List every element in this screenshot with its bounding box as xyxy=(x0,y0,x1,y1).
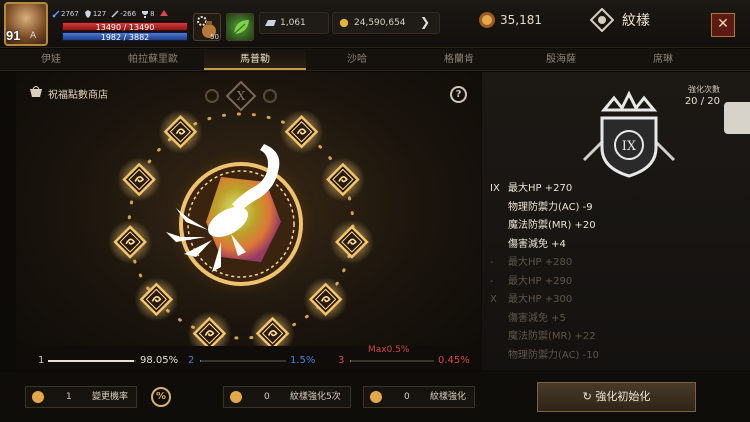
tier-1-bar xyxy=(48,360,136,362)
tab-shilen[interactable]: 席琳 xyxy=(612,49,714,70)
refresh-icon: ↻ xyxy=(582,390,596,403)
tier-3-max: Max0.5% xyxy=(368,345,410,355)
leaf-item-slot[interactable] xyxy=(226,13,254,41)
emblem-node[interactable] xyxy=(329,219,374,264)
emblem-wheel: X xyxy=(108,80,374,356)
top-bar: 91 A 2767 127 -266 8 13490 / 13490 1982 … xyxy=(0,0,750,48)
player-stat-row: 2767 127 -266 8 xyxy=(52,10,169,18)
potion-count: 50 xyxy=(210,33,219,41)
settings-potion-slot[interactable]: 50 xyxy=(193,13,221,41)
dart-icon xyxy=(111,10,119,18)
tier-1-value: 98.05% xyxy=(140,355,179,366)
stat-line-locked: - 最大HP +290 xyxy=(490,275,573,287)
stat-line-locked: X 最大HP +300 xyxy=(490,294,573,305)
tier-2-label: 2 xyxy=(188,355,195,366)
stat-line-locked: 魔法防禦(MR) +22 xyxy=(508,331,596,342)
emblem-node[interactable] xyxy=(320,157,365,202)
tab-gran-kain[interactable]: 格蘭肯 xyxy=(408,49,510,70)
crest-numeral: IX xyxy=(622,139,637,154)
stat-trophy: 8 xyxy=(141,10,155,18)
probability-row: 1 98.05% 2 1.5% Max0.5% 3 0.45% xyxy=(16,345,481,370)
rank-crest: IX xyxy=(582,90,676,178)
enhance-info-panel: 強化次數 20 / 20 IX IX 最大HP +270 物理防禦力(AC) -9… xyxy=(482,72,750,370)
close-button[interactable]: ✕ xyxy=(711,13,735,37)
emblem-node[interactable] xyxy=(117,157,162,202)
tier-3-bar xyxy=(350,360,434,362)
enhance-count-label: 強化次數 xyxy=(688,85,720,94)
emblem-wheel-panel: 祝福點數商店 ? X xyxy=(16,72,481,370)
tab-pagrio[interactable]: 帕拉蘇里歐 xyxy=(102,49,204,70)
tier-3-label: 3 xyxy=(338,355,345,366)
emblem-coin-icon xyxy=(32,391,44,403)
mp-bar: 1982 / 3882 xyxy=(62,32,188,42)
tab-maphr[interactable]: 馬普勒 xyxy=(204,49,306,70)
silver-currency: 1,061 xyxy=(259,12,329,34)
svg-text:X: X xyxy=(237,89,246,103)
gold-coin-icon xyxy=(339,18,349,28)
emblem-diamond-icon xyxy=(590,8,614,32)
side-tab-handle[interactable] xyxy=(724,102,750,134)
emblem-node[interactable] xyxy=(303,277,348,322)
tab-sayha[interactable]: 沙哈 xyxy=(306,49,408,70)
emblem-node[interactable] xyxy=(158,109,203,154)
category-tabs: 伊娃 帕拉蘇里歐 馬普勒 沙哈 格蘭肯 殷海薩 席琳 xyxy=(0,49,750,71)
emblem-points: 35,181 xyxy=(478,12,542,28)
stat-line: 傷害減免 +4 xyxy=(508,238,566,250)
stat-line-locked: - 最大HP +280 xyxy=(490,257,573,268)
tab-einhasad[interactable]: 殷海薩 xyxy=(510,49,612,70)
page-title: 紋樣 xyxy=(590,8,650,32)
leaf-icon xyxy=(233,20,249,35)
percent-toggle-button[interactable]: % xyxy=(151,387,171,407)
stat-attack: 2767 xyxy=(52,10,79,18)
change-prob-item[interactable]: 1 變更機率 xyxy=(25,386,137,408)
sword-icon xyxy=(52,10,60,18)
tier-3-value: 0.45% xyxy=(438,355,470,366)
hp-bar: 13490 / 13490 xyxy=(62,22,188,32)
emblem-coin-icon xyxy=(230,391,242,403)
player-level-suffix: A xyxy=(30,31,37,41)
enhance-5x-item[interactable]: 0 紋樣強化5次 xyxy=(223,386,351,408)
emblem-node[interactable] xyxy=(108,219,153,264)
shield-icon xyxy=(84,10,91,18)
emblem-coin-icon xyxy=(479,12,495,28)
tab-eva[interactable]: 伊娃 xyxy=(0,49,102,70)
stat-line: 物理防禦力(AC) -9 xyxy=(508,201,593,213)
buff-up-icon xyxy=(159,10,168,16)
tier-2-value: 1.5% xyxy=(290,355,316,366)
silver-ingot-icon xyxy=(265,20,276,26)
trophy-icon xyxy=(142,11,149,18)
chevron-right-icon[interactable]: ❯ xyxy=(420,15,430,29)
enhance-item[interactable]: 0 紋樣強化 xyxy=(363,386,475,408)
stat-line: IX 最大HP +270 xyxy=(490,183,573,194)
stat-defense: 127 xyxy=(84,10,106,18)
stat-magic: -266 xyxy=(111,10,136,18)
tier-1-label: 1 xyxy=(38,355,45,366)
emblem-coin-icon xyxy=(370,391,382,403)
stat-line: 魔法防禦(MR) +20 xyxy=(508,220,596,231)
rank-ten-sign: X xyxy=(205,80,277,112)
player-level: 91 xyxy=(6,28,21,43)
emblem-stats-list: IX 最大HP +270 物理防禦力(AC) -9 魔法防禦(MR) +20 傷害… xyxy=(490,180,599,365)
emblem-node[interactable] xyxy=(279,109,324,154)
reset-enhance-button[interactable]: ↻ 強化初始化 xyxy=(537,382,696,412)
stat-line-locked: 物理防禦力(AC) -10 xyxy=(508,349,599,361)
stat-line-locked: 傷害減免 +5 xyxy=(508,312,566,324)
emblem-node[interactable] xyxy=(134,277,179,322)
bottom-bar: 1 變更機率 % 0 紋樣強化5次 0 紋樣強化 ↻ 強化初始化 xyxy=(0,372,750,422)
tier-2-bar xyxy=(200,360,286,362)
enhance-count-value: 20 / 20 xyxy=(684,96,720,107)
